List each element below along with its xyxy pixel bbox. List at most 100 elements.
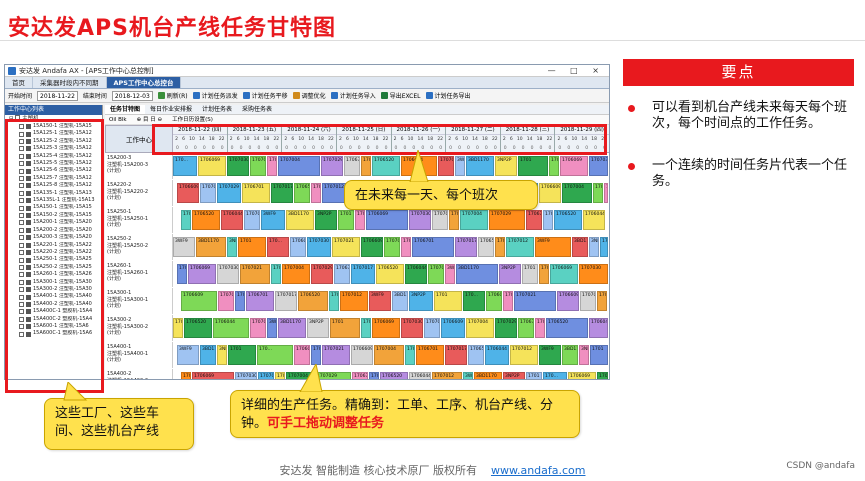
tab-purchase[interactable]: 采购任务表 bbox=[237, 105, 277, 114]
task-block[interactable]: 1707021 bbox=[332, 237, 360, 257]
task-block[interactable]: 1707004 bbox=[200, 183, 216, 203]
task-block[interactable]: 1706520 bbox=[478, 237, 494, 257]
task-block[interactable]: 1707030 bbox=[401, 318, 423, 338]
task-block[interactable]: 1707029 bbox=[597, 291, 607, 311]
task-block[interactable]: 1706520 bbox=[298, 291, 328, 311]
task-block[interactable]: 1707012 bbox=[340, 291, 368, 311]
task-block[interactable]: 1707004 bbox=[460, 210, 488, 230]
task-block[interactable]: 3BD1170 bbox=[196, 237, 226, 257]
task-block[interactable]: 170... bbox=[355, 210, 365, 230]
task-block[interactable]: 1707017 bbox=[181, 210, 191, 230]
task-block[interactable]: 1706044 bbox=[311, 183, 321, 203]
task-block[interactable]: 1707030 bbox=[409, 210, 431, 230]
task-block[interactable]: 1706044 bbox=[485, 345, 509, 365]
task-block[interactable]: 1706069 bbox=[290, 237, 306, 257]
tab-aps-console[interactable]: APS工作中心总控台 bbox=[106, 77, 182, 88]
footer-link[interactable]: www.andafa.com bbox=[491, 464, 586, 477]
window-controls[interactable]: — □ × bbox=[548, 65, 605, 77]
tab-gantt[interactable]: 任务甘特图 bbox=[105, 105, 146, 114]
task-block[interactable]: 1707030 bbox=[597, 372, 608, 379]
task-block[interactable]: 1706701 bbox=[246, 291, 274, 311]
task-block[interactable]: 1706609 bbox=[441, 318, 465, 338]
gantt-zoom-tools[interactable]: ⊕ 目 日 ⊖ bbox=[137, 115, 162, 124]
task-block[interactable]: 1707004 bbox=[562, 183, 592, 203]
export-tasks-button[interactable]: 计划任务导出 bbox=[425, 91, 471, 100]
task-block[interactable]: 1706609 bbox=[539, 183, 561, 203]
task-block[interactable]: 1706044 bbox=[213, 318, 249, 338]
task-block[interactable]: 1707030 bbox=[579, 264, 608, 284]
task-block[interactable]: 1706069 bbox=[294, 345, 310, 365]
shift-button[interactable]: 计划任务平移 bbox=[242, 91, 288, 100]
task-block[interactable]: 1706609 bbox=[181, 291, 217, 311]
task-block[interactable]: 1706044 bbox=[221, 210, 243, 230]
task-block[interactable]: 3BD1170 bbox=[278, 318, 306, 338]
task-block[interactable]: 1701 bbox=[330, 318, 360, 338]
task-block[interactable]: 1707021 bbox=[240, 264, 270, 284]
task-block[interactable]: 1706609 bbox=[557, 291, 579, 311]
task-block[interactable]: 1707017 bbox=[369, 372, 379, 379]
task-block[interactable]: 1707029 bbox=[405, 345, 415, 365]
task-block[interactable]: 1707029 bbox=[489, 210, 525, 230]
task-block[interactable]: 1706069 bbox=[486, 291, 502, 311]
task-block[interactable]: 1707029 bbox=[593, 183, 603, 203]
task-block[interactable]: 3NP2P bbox=[217, 345, 227, 365]
task-block[interactable]: 1706701 bbox=[352, 372, 368, 379]
task-block[interactable]: 1701 bbox=[228, 345, 256, 365]
tab-plan[interactable]: 计划任务表 bbox=[197, 105, 237, 114]
task-block[interactable]: 3NP2P bbox=[227, 237, 237, 257]
task-block[interactable]: 1707012 bbox=[244, 210, 260, 230]
task-block[interactable]: 1707017 bbox=[361, 156, 371, 176]
task-block[interactable]: 1706520 bbox=[376, 264, 404, 284]
task-block[interactable]: 1706609 bbox=[275, 372, 285, 379]
task-block[interactable]: 1706701 bbox=[344, 156, 360, 176]
task-block[interactable]: 1706069 bbox=[550, 264, 578, 284]
task-block[interactable]: 1707021 bbox=[250, 156, 266, 176]
task-block[interactable]: 1706701 bbox=[416, 345, 444, 365]
task-block[interactable]: 1706520 bbox=[294, 183, 310, 203]
task-block[interactable]: 1707017 bbox=[543, 210, 553, 230]
task-block[interactable]: 170... bbox=[549, 156, 559, 176]
task-block[interactable]: 1706069 bbox=[188, 264, 216, 284]
task-block[interactable]: 3NP2P bbox=[495, 156, 517, 176]
task-block[interactable]: 170... bbox=[173, 156, 197, 176]
task-block[interactable]: 1701 bbox=[338, 210, 354, 230]
tab-collector[interactable]: 采集器时段内不同期 bbox=[33, 77, 107, 88]
task-block[interactable]: 1707029 bbox=[311, 264, 333, 284]
refresh-button[interactable]: 刷新(R) bbox=[157, 91, 188, 100]
task-block[interactable]: 3BD1170 bbox=[474, 372, 502, 379]
gantt-tool-1[interactable]: Oil Blk bbox=[109, 115, 127, 124]
dispatch-button[interactable]: 计划任务派发 bbox=[192, 91, 238, 100]
task-block[interactable]: 3WF9 bbox=[455, 156, 465, 176]
task-block[interactable]: 170... bbox=[267, 237, 289, 257]
task-block[interactable]: 1707017 bbox=[271, 183, 293, 203]
task-block[interactable]: 1701 bbox=[526, 372, 542, 379]
task-block[interactable]: 1706044 bbox=[583, 210, 605, 230]
task-block[interactable]: 1707017 bbox=[455, 237, 477, 257]
task-block[interactable]: 1707004 bbox=[374, 345, 404, 365]
task-block[interactable]: 1706069 bbox=[198, 156, 226, 176]
task-block[interactable]: 1706609 bbox=[449, 210, 459, 230]
task-block[interactable]: 170... bbox=[177, 264, 187, 284]
task-block[interactable]: 3BD1170 bbox=[572, 237, 588, 257]
task-block[interactable]: 3BD1170 bbox=[200, 345, 216, 365]
task-block[interactable]: 1707012 bbox=[438, 156, 454, 176]
task-block[interactable]: 3BD1170 bbox=[466, 156, 494, 176]
task-block[interactable]: 1706044 bbox=[405, 264, 427, 284]
import-button[interactable]: 计划任务导入 bbox=[330, 91, 376, 100]
task-block[interactable]: 1707021 bbox=[258, 372, 274, 379]
task-block[interactable]: 1707017 bbox=[173, 318, 183, 338]
task-block[interactable]: 1707012 bbox=[506, 237, 534, 257]
task-block[interactable]: 1706069 bbox=[560, 156, 588, 176]
task-block[interactable]: 3NP2P bbox=[315, 210, 337, 230]
task-block[interactable]: 1701 bbox=[238, 237, 266, 257]
task-block[interactable]: 3WF9 bbox=[535, 237, 571, 257]
task-block[interactable]: 1707004 bbox=[282, 264, 310, 284]
task-block[interactable]: 3BD1170 bbox=[562, 345, 578, 365]
task-block[interactable]: 3NP2P bbox=[589, 237, 599, 257]
task-block[interactable]: 1707017 bbox=[535, 318, 545, 338]
task-block[interactable]: 3NP2P bbox=[307, 318, 329, 338]
task-block[interactable]: 3WF9 bbox=[369, 291, 391, 311]
task-block[interactable]: 1706520 bbox=[546, 318, 588, 338]
task-block[interactable]: 1706701 bbox=[412, 237, 454, 257]
task-block[interactable]: 1701 bbox=[522, 264, 538, 284]
